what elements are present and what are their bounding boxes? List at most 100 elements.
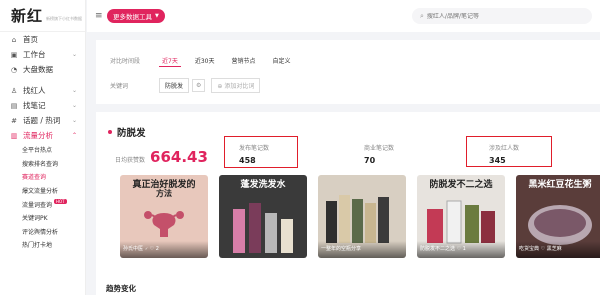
daily-likes-metric: 日均获赞数 664.43 bbox=[115, 148, 208, 166]
flow-icon: ▥ bbox=[10, 131, 18, 140]
chevron-down-icon: ⌄ bbox=[71, 117, 77, 124]
porridge-image bbox=[528, 205, 592, 245]
sidebar-item-label: 找红人 bbox=[23, 86, 46, 95]
search-box: ⌕ bbox=[412, 8, 592, 24]
commercial-notes-label: 商业笔记数 bbox=[364, 145, 395, 152]
sub-item-label: 赛道查询 bbox=[22, 174, 47, 182]
note-card[interactable]: 一整年的空瓶分享 bbox=[318, 175, 406, 258]
note-icon: ▤ bbox=[10, 101, 18, 110]
chevron-down-icon: ⌄ bbox=[71, 102, 77, 109]
sub-item-search-rank[interactable]: 搜索排名查询 bbox=[0, 157, 85, 171]
sub-item-label: 流量词查询 bbox=[22, 201, 53, 209]
sub-item-track-query[interactable]: 赛道查询 bbox=[0, 170, 85, 184]
influencers-metric: 涉及红人数 345 bbox=[489, 143, 519, 165]
logo-text: 新红 bbox=[11, 7, 44, 25]
sidebar-item-flow-analysis[interactable]: ▥ 流量分析 ⌃ bbox=[0, 128, 85, 143]
sidebar-item-label: 流量分析 bbox=[23, 131, 53, 140]
sidebar-nav: ⌂ 首页 ▣ 工作台 ⌄ ◔ 大盘数据 ♙ 找红人 ⌄ ▤ 找笔记 ⌄ # 话题… bbox=[0, 32, 85, 252]
search-icon[interactable]: ⌕ bbox=[420, 12, 424, 21]
gear-icon[interactable]: ⚙ bbox=[192, 79, 206, 92]
note-caption: 孙氏中医 🗸 ♡ 2 bbox=[120, 241, 208, 258]
sidebar-item-home[interactable]: ⌂ 首页 bbox=[0, 32, 85, 47]
sidebar-item-label: 工作台 bbox=[23, 50, 46, 59]
uterus-illustration bbox=[144, 211, 184, 237]
trend-section-title: 趋势变化 bbox=[106, 284, 136, 293]
user-icon: ♙ bbox=[10, 86, 18, 95]
bottles-image bbox=[427, 200, 495, 244]
published-notes-label: 发布笔记数 bbox=[239, 145, 270, 152]
daily-likes-value: 664.43 bbox=[150, 148, 208, 166]
sub-item-traffic-word[interactable]: 流量词查询 HOT bbox=[0, 197, 85, 211]
note-caption: 防脱发不二之选 ♡ 1 bbox=[417, 241, 505, 258]
time-option-custom[interactable]: 自定义 bbox=[269, 54, 293, 67]
more-tools-button[interactable]: 更多数据工具 ▼ bbox=[107, 9, 165, 23]
chevron-down-icon: ⌄ bbox=[71, 87, 77, 94]
sub-item-hotspot[interactable]: 全平台热点 bbox=[0, 143, 85, 157]
influencers-value: 345 bbox=[489, 156, 506, 165]
daily-likes-label: 日均获赞数 bbox=[115, 157, 146, 164]
add-compare-label: 添加对比词 bbox=[224, 83, 255, 90]
note-card[interactable]: 蓬发洗发水 bbox=[219, 175, 307, 258]
sidebar: 新红 新榜旗下小红书数据 ⌂ 首页 ▣ 工作台 ⌄ ◔ 大盘数据 ♙ 找红人 ⌄… bbox=[0, 0, 86, 295]
note-title: 黑米红豆花生粥 bbox=[528, 180, 592, 190]
chart-icon: ◔ bbox=[10, 65, 18, 74]
logo-subtitle: 新榜旗下小红书数据 bbox=[46, 15, 83, 21]
sub-item-viral-analysis[interactable]: 爆文流量分析 bbox=[0, 184, 85, 198]
sub-item-label: 全平台热点 bbox=[22, 147, 53, 155]
note-card[interactable]: 真正治好脱发的 方法 孙氏中医 🗸 ♡ 2 bbox=[120, 175, 208, 258]
note-caption: 一整年的空瓶分享 bbox=[318, 241, 406, 258]
keyword-filter-label: 关键词 bbox=[110, 83, 129, 90]
commercial-notes-metric: 商业笔记数 70 bbox=[364, 143, 394, 165]
sidebar-item-topic[interactable]: # 话题 / 热词 ⌄ bbox=[0, 113, 85, 128]
influencers-label: 涉及红人数 bbox=[489, 145, 520, 152]
sub-item-label: 评论舆情分析 bbox=[22, 228, 59, 236]
chevron-down-icon: ⌄ bbox=[71, 51, 77, 58]
published-notes-metric: 发布笔记数 458 bbox=[239, 143, 269, 165]
bottles-image bbox=[326, 195, 389, 243]
note-title: 防脱发不二之选 bbox=[429, 180, 493, 190]
time-filter-label: 对比时间段 bbox=[110, 58, 141, 65]
bottles-image bbox=[233, 203, 293, 253]
keyword-overview-card: 防脱发 日均获赞数 664.43 发布笔记数 458 商业笔记数 70 涉及红人… bbox=[96, 112, 600, 295]
bullet-dot bbox=[108, 130, 112, 134]
note-title-line2: 方法 bbox=[156, 189, 172, 198]
sidebar-item-workbench[interactable]: ▣ 工作台 ⌄ bbox=[0, 47, 85, 62]
sidebar-item-label: 找笔记 bbox=[23, 101, 46, 110]
menu-icon[interactable]: ≡ bbox=[95, 11, 105, 21]
sub-item-label: 热门打卡地 bbox=[22, 242, 53, 250]
note-title: 蓬发洗发水 bbox=[240, 180, 286, 190]
topic-icon: # bbox=[11, 116, 17, 125]
sidebar-item-market[interactable]: ◔ 大盘数据 bbox=[0, 62, 85, 77]
search-input[interactable] bbox=[426, 12, 577, 20]
published-notes-value: 458 bbox=[239, 156, 256, 165]
sub-item-comment-analysis[interactable]: 评论舆情分析 bbox=[0, 225, 85, 239]
hot-badge: HOT bbox=[54, 198, 67, 204]
sidebar-item-label: 话题 / 热词 bbox=[23, 116, 61, 125]
sub-item-label: 搜索排名查询 bbox=[22, 160, 59, 168]
app-logo[interactable]: 新红 新榜旗下小红书数据 bbox=[0, 0, 85, 32]
commercial-notes-value: 70 bbox=[364, 156, 376, 165]
filter-panel: 对比时间段 近7天 近30天 营销节点 自定义 关键词 防脱发 ⚙ ⊕ 添加对比… bbox=[96, 40, 600, 104]
sidebar-item-label: 大盘数据 bbox=[23, 65, 53, 74]
sub-item-label: 爆文流量分析 bbox=[22, 188, 59, 196]
note-card[interactable]: 防脱发不二之选 防脱发不二之选 ♡ 1 bbox=[417, 175, 505, 258]
home-icon: ⌂ bbox=[11, 35, 17, 44]
time-filter-row: 对比时间段 近7天 近30天 营销节点 自定义 bbox=[110, 54, 305, 67]
sidebar-item-label: 首页 bbox=[23, 35, 38, 44]
note-thumbnails: 真正治好脱发的 方法 孙氏中医 🗸 ♡ 2 蓬发洗发水 一整年的空瓶分享 防脱发… bbox=[120, 175, 600, 258]
keyword-tag[interactable]: 防脱发 bbox=[159, 78, 190, 93]
time-option-7d[interactable]: 近7天 bbox=[159, 54, 181, 67]
keyword-title-text: 防脱发 bbox=[117, 128, 146, 139]
time-option-30d[interactable]: 近30天 bbox=[192, 54, 218, 67]
note-caption: 吃货宝典 ♡ 黑芝麻 bbox=[516, 241, 600, 258]
chevron-up-icon: ⌃ bbox=[71, 132, 77, 139]
sub-item-keyword-pk[interactable]: 关键词PK bbox=[0, 211, 85, 225]
chevron-down-icon: ▼ bbox=[155, 13, 159, 19]
sidebar-item-find-influencer[interactable]: ♙ 找红人 ⌄ bbox=[0, 83, 85, 98]
sidebar-item-find-note[interactable]: ▤ 找笔记 ⌄ bbox=[0, 98, 85, 113]
note-card[interactable]: 黑米红豆花生粥 吃货宝典 ♡ 黑芝麻 bbox=[516, 175, 600, 258]
add-compare-button[interactable]: ⊕ 添加对比词 bbox=[211, 78, 261, 93]
workbench-icon: ▣ bbox=[10, 50, 18, 59]
sub-item-checkin[interactable]: 热门打卡地 bbox=[0, 238, 85, 252]
time-option-marketing[interactable]: 营销节点 bbox=[228, 54, 258, 67]
